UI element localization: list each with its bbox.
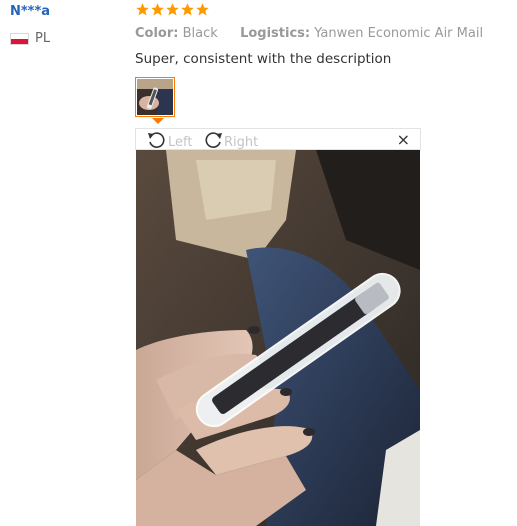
logistics-label: Logistics:	[240, 26, 311, 41]
close-icon[interactable]: ×	[397, 130, 410, 150]
image-viewer-toolbar: Left Right ×	[135, 128, 421, 150]
thumbnail-selected-indicator	[152, 118, 164, 124]
review-country: PL	[10, 31, 50, 46]
star-icon	[136, 3, 149, 16]
star-icon	[166, 3, 179, 16]
rotate-left-label: Left	[168, 134, 193, 150]
color-value: Black	[182, 26, 218, 41]
star-icon	[181, 3, 194, 16]
logistics-value: Yanwen Economic Air Mail	[314, 26, 484, 41]
color-label: Color:	[135, 26, 179, 41]
review-text: Super, consistent with the description	[135, 51, 392, 67]
country-code: PL	[35, 31, 51, 46]
review-attributes: Color: Black Logistics: Yanwen Economic …	[135, 26, 483, 41]
review-photo-large	[136, 150, 420, 526]
thumbnail-image	[137, 79, 173, 115]
review-user-name[interactable]: N***a	[10, 4, 50, 19]
star-icon	[151, 3, 164, 16]
star-icon	[196, 3, 209, 16]
review-photo-thumbnail[interactable]	[135, 77, 175, 117]
rotate-right-label: Right	[224, 134, 259, 150]
star-rating	[135, 2, 210, 17]
poland-flag-icon	[10, 32, 29, 45]
